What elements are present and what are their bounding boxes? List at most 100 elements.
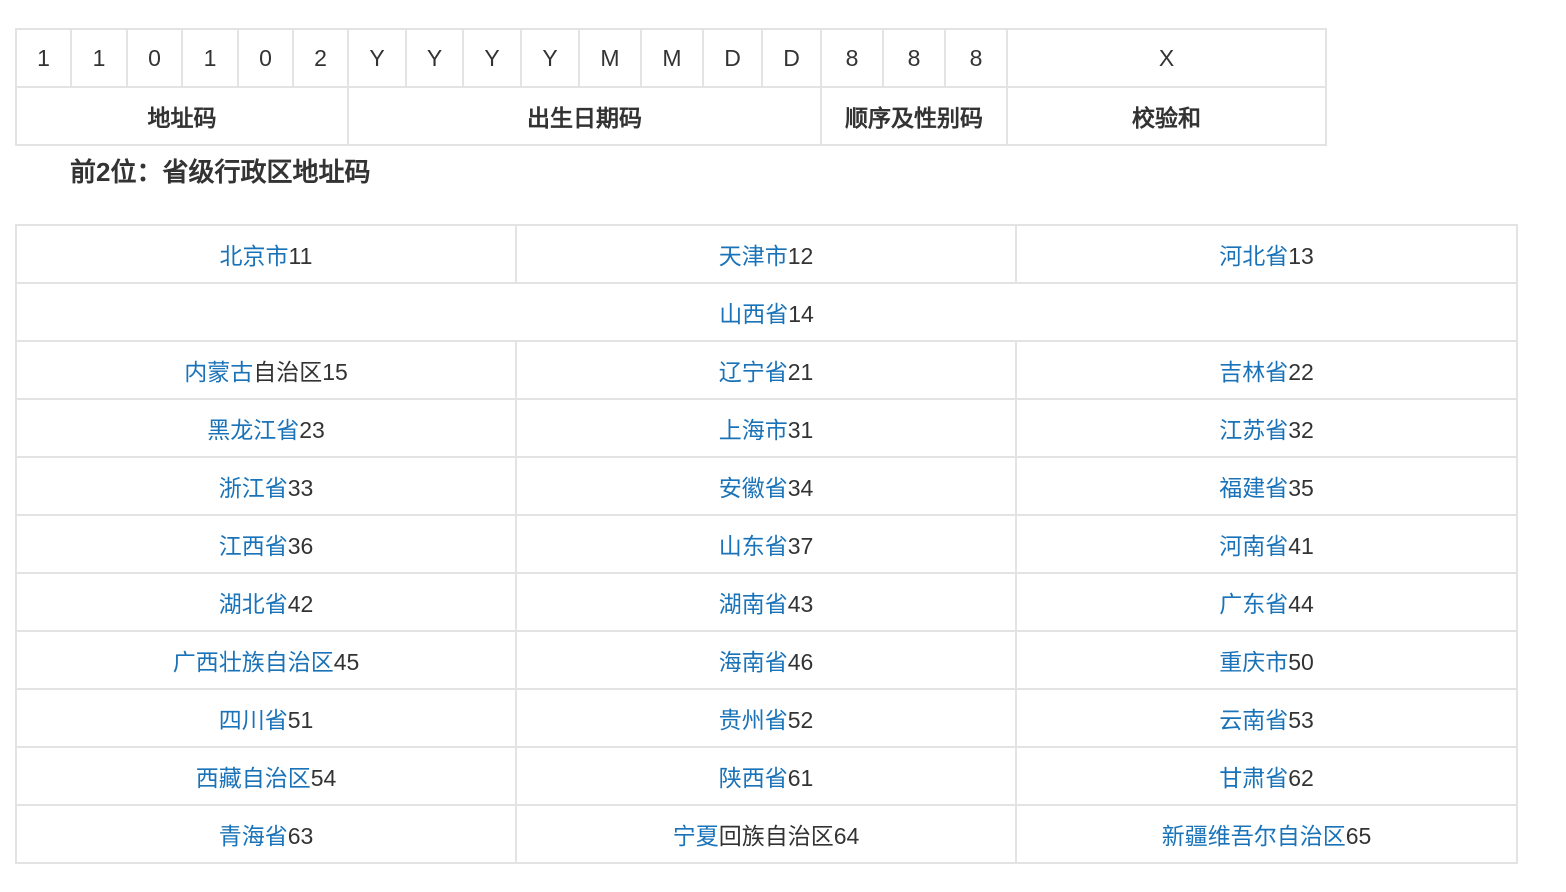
province-link[interactable]: 宁夏 — [673, 823, 719, 849]
id-segment-label: 顺序及性别码 — [820, 86, 1008, 146]
province-code: 62 — [1288, 765, 1314, 791]
province-cell: 内蒙古自治区15 — [15, 340, 517, 400]
id-digit-cell: Y — [405, 28, 464, 88]
id-digit-cell: 0 — [126, 28, 183, 88]
province-name-suffix: 回族自治区 — [718, 823, 834, 849]
province-row: 江西省36 山东省37 河南省41 — [15, 514, 1518, 574]
segment-label-row: 地址码 出生日期码 顺序及性别码 校验和 — [15, 86, 1327, 146]
province-code: 64 — [833, 823, 860, 849]
province-link[interactable]: 西藏自治区 — [196, 765, 311, 791]
province-link[interactable]: 山东省 — [719, 533, 788, 559]
province-link[interactable]: 重庆市 — [1219, 649, 1288, 675]
province-cell: 甘肃省62 — [1015, 746, 1518, 806]
province-cell: 贵州省52 — [515, 688, 1017, 748]
id-number-structure-table: 110102YYYYMMDD888X 地址码 出生日期码 顺序及性别码 校验和 — [15, 28, 1327, 146]
province-link[interactable]: 北京市 — [220, 243, 289, 269]
province-code: 37 — [787, 533, 814, 559]
id-segment-label: 地址码 — [15, 86, 349, 146]
province-code: 63 — [287, 823, 314, 849]
province-link[interactable]: 广西壮族自治区 — [173, 649, 334, 675]
province-link[interactable]: 辽宁省 — [719, 359, 788, 385]
province-row: 西藏自治区54 陕西省61 甘肃省62 — [15, 746, 1518, 806]
province-cell: 湖南省43 — [515, 572, 1017, 632]
province-code: 53 — [1288, 707, 1314, 733]
province-link[interactable]: 四川省 — [219, 707, 288, 733]
province-cell: 西藏自治区54 — [15, 746, 517, 806]
province-cell: 山西省14 — [15, 282, 1518, 342]
province-link[interactable]: 河北省 — [1219, 243, 1288, 269]
province-cell: 新疆维吾尔自治区65 — [1015, 804, 1518, 864]
province-link[interactable]: 湖南省 — [719, 591, 788, 617]
province-row: 广西壮族自治区45 海南省46 重庆市50 — [15, 630, 1518, 690]
province-cell: 河北省13 — [1015, 224, 1518, 284]
province-code-table: 北京市11 天津市12 河北省13 山西省14 内蒙古自治区15 辽宁省21 吉林省22 黑龙… — [15, 224, 1518, 864]
digit-row: 110102YYYYMMDD888X — [15, 28, 1327, 88]
province-link[interactable]: 海南省 — [719, 649, 788, 675]
province-cell: 青海省63 — [15, 804, 517, 864]
id-digit-cell: Y — [520, 28, 580, 88]
province-row: 浙江省33 安徽省34 福建省35 — [15, 456, 1518, 516]
id-digit-cell: 1 — [181, 28, 239, 88]
province-cell: 浙江省33 — [15, 456, 517, 516]
province-link[interactable]: 天津市 — [719, 243, 788, 269]
province-cell: 福建省35 — [1015, 456, 1518, 516]
province-row: 北京市11 天津市12 河北省13 — [15, 224, 1518, 284]
province-link[interactable]: 湖北省 — [219, 591, 288, 617]
province-link[interactable]: 福建省 — [1219, 475, 1288, 501]
province-row: 黑龙江省23 上海市31 江苏省32 — [15, 398, 1518, 458]
province-code: 13 — [1288, 243, 1314, 269]
province-link[interactable]: 青海省 — [219, 823, 288, 849]
id-digit-cell: 2 — [292, 28, 349, 88]
id-digit-cell: M — [578, 28, 642, 88]
province-link[interactable]: 上海市 — [719, 417, 788, 443]
id-digit-cell: 1 — [70, 28, 128, 88]
province-link[interactable]: 广东省 — [1219, 591, 1288, 617]
province-code: 32 — [1288, 417, 1314, 443]
province-row: 内蒙古自治区15 辽宁省21 吉林省22 — [15, 340, 1518, 400]
province-cell: 四川省51 — [15, 688, 517, 748]
province-link[interactable]: 新疆维吾尔自治区 — [1162, 823, 1346, 849]
province-cell: 广东省44 — [1015, 572, 1518, 632]
section-heading: 前2位：省级行政区地址码 — [70, 157, 371, 187]
province-cell: 黑龙江省23 — [15, 398, 517, 458]
province-link[interactable]: 黑龙江省 — [207, 417, 299, 443]
province-link[interactable]: 江西省 — [219, 533, 288, 559]
province-cell: 山东省37 — [515, 514, 1017, 574]
province-link[interactable]: 甘肃省 — [1219, 765, 1288, 791]
province-cell: 河南省41 — [1015, 514, 1518, 574]
province-code: 45 — [333, 649, 360, 675]
province-code: 65 — [1345, 823, 1372, 849]
province-code: 15 — [322, 359, 348, 385]
province-link[interactable]: 河南省 — [1219, 533, 1288, 559]
province-link[interactable]: 山西省 — [719, 301, 788, 327]
province-cell: 海南省46 — [515, 630, 1017, 690]
province-link[interactable]: 贵州省 — [719, 707, 788, 733]
province-cell: 辽宁省21 — [515, 340, 1017, 400]
province-code: 21 — [787, 359, 814, 385]
province-cell: 宁夏回族自治区64 — [515, 804, 1017, 864]
id-digit-cell: Y — [347, 28, 407, 88]
province-code: 52 — [787, 707, 814, 733]
province-link[interactable]: 内蒙古 — [184, 359, 253, 385]
province-cell: 重庆市50 — [1015, 630, 1518, 690]
province-cell: 吉林省22 — [1015, 340, 1518, 400]
province-code: 43 — [787, 591, 814, 617]
province-link[interactable]: 吉林省 — [1219, 359, 1288, 385]
province-row: 湖北省42 湖南省43 广东省44 — [15, 572, 1518, 632]
province-link[interactable]: 江苏省 — [1219, 417, 1288, 443]
province-cell: 广西壮族自治区45 — [15, 630, 517, 690]
id-digit-cell: M — [640, 28, 704, 88]
province-cell: 安徽省34 — [515, 456, 1017, 516]
province-link[interactable]: 陕西省 — [719, 765, 788, 791]
id-digit-cell: Y — [462, 28, 522, 88]
province-code: 12 — [787, 243, 814, 269]
province-link[interactable]: 浙江省 — [219, 475, 288, 501]
id-digit-cell: 0 — [237, 28, 294, 88]
province-link[interactable]: 安徽省 — [719, 475, 788, 501]
id-digit-cell: 8 — [820, 28, 884, 88]
province-code: 36 — [287, 533, 314, 559]
province-code: 14 — [788, 301, 814, 327]
id-digit-cell: D — [702, 28, 763, 88]
province-code: 41 — [1288, 533, 1314, 559]
province-link[interactable]: 云南省 — [1219, 707, 1288, 733]
